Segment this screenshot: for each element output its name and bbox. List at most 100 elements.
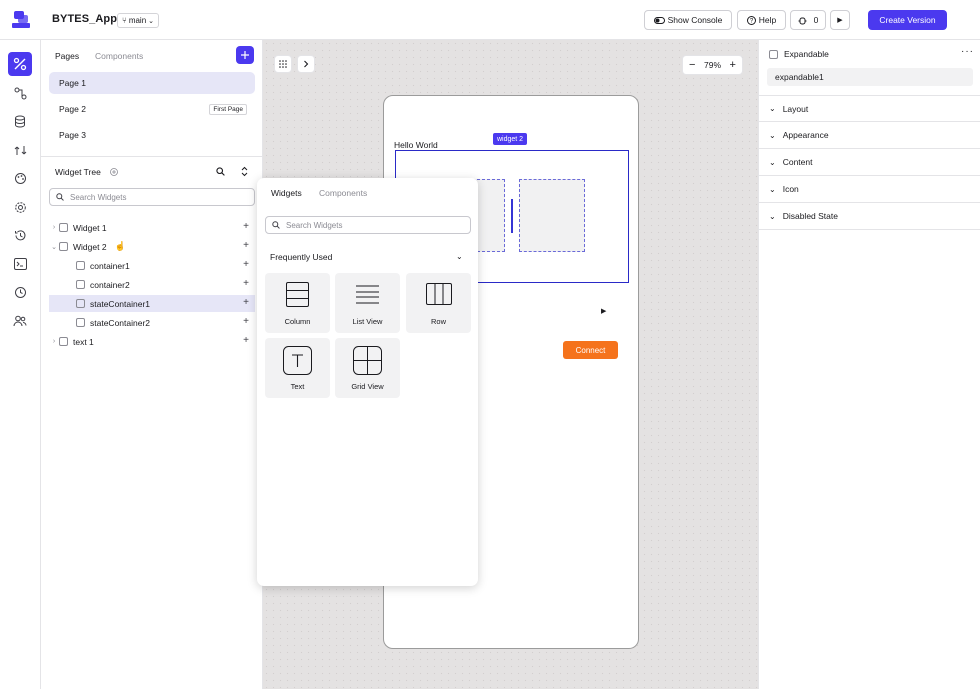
toggle-icon	[653, 16, 665, 24]
run-button[interactable]: ▶	[830, 10, 850, 30]
app-logo-icon[interactable]	[10, 9, 32, 31]
widget-name-field[interactable]: expandable1	[767, 68, 973, 86]
search-icon	[272, 221, 280, 229]
widget-tree-panel: Widget Tree Search Widgets › Widget 1 + …	[41, 157, 263, 689]
tree-row[interactable]: container2 +	[49, 276, 255, 293]
section-appearance[interactable]: ⌄ Appearance	[759, 122, 980, 149]
container-icon	[76, 299, 85, 308]
tab-components[interactable]: Components	[95, 51, 143, 61]
flow-icon[interactable]	[8, 81, 32, 105]
zoom-control: − 79% +	[682, 55, 743, 75]
grid-view-icon	[353, 346, 382, 375]
section-icon[interactable]: ⌄ Icon	[759, 176, 980, 203]
drop-indicator	[511, 199, 513, 233]
plus-icon[interactable]: +	[243, 316, 249, 327]
tree-row[interactable]: › Widget 1 +	[49, 219, 255, 236]
tab-pages[interactable]: Pages	[55, 51, 79, 61]
settings-icon[interactable]	[8, 195, 32, 219]
plus-icon[interactable]: +	[243, 297, 249, 308]
widget-card-grid-view[interactable]: Grid View	[335, 338, 400, 398]
search-placeholder: Search Widgets	[70, 192, 127, 202]
play-icon: ▶	[837, 17, 843, 24]
chevron-right-icon[interactable]	[297, 55, 315, 73]
tree-row-label: container2	[90, 279, 130, 290]
section-layout[interactable]: ⌄ Layout	[759, 95, 980, 122]
widget-tree-title: Widget Tree	[55, 167, 101, 177]
chevron-down-icon: ⌄	[769, 130, 776, 140]
search-icon	[56, 193, 64, 201]
help-button[interactable]: ? Help	[737, 10, 786, 30]
tree-row-label: stateContainer1	[90, 298, 151, 309]
tree-row[interactable]: stateContainer2 +	[49, 314, 255, 331]
connect-button[interactable]: Connect	[563, 341, 618, 359]
chevron-down-icon: ⌄	[769, 157, 776, 167]
plus-icon[interactable]: +	[243, 335, 249, 346]
rail-widgets-icon[interactable]	[8, 52, 32, 76]
tab-components[interactable]: Components	[319, 188, 367, 198]
create-version-button[interactable]: Create Version	[868, 10, 947, 30]
widget-card-label: Text	[290, 382, 305, 391]
zoom-out-button[interactable]: −	[689, 59, 695, 71]
chevron-down-icon: ⌄	[148, 17, 155, 25]
page-item[interactable]: Page 1	[49, 72, 255, 94]
expand-collapse-icon[interactable]	[241, 166, 248, 177]
tree-row[interactable]: stateContainer1 +	[49, 295, 255, 312]
chevron-down-icon[interactable]: ⌄	[456, 252, 463, 261]
widget-search-input[interactable]: Search Widgets	[49, 188, 255, 206]
history-icon[interactable]	[8, 223, 32, 247]
widget-card-list-view[interactable]: List View	[335, 273, 400, 333]
clock-icon[interactable]	[8, 280, 32, 304]
tree-row[interactable]: ⌄ Widget 2 ☝ +	[49, 238, 255, 255]
plus-icon[interactable]: +	[243, 278, 249, 289]
chevron-right-icon: ›	[52, 224, 56, 231]
search-icon[interactable]	[216, 167, 225, 176]
page-label: Page 3	[59, 130, 86, 140]
page-item[interactable]: Page 3	[49, 124, 255, 146]
column-icon	[286, 282, 309, 307]
tab-widgets[interactable]: Widgets	[271, 188, 302, 198]
widget-card-text[interactable]: Text	[265, 338, 330, 398]
grid-toggle-icon[interactable]	[274, 55, 292, 73]
database-icon[interactable]	[8, 109, 32, 133]
section-content[interactable]: ⌄ Content	[759, 149, 980, 176]
plus-icon[interactable]: +	[243, 240, 249, 251]
plus-icon[interactable]: +	[243, 221, 249, 232]
section-label: Icon	[782, 184, 799, 194]
bug-report-button[interactable]: 0	[790, 10, 826, 30]
help-label: Help	[758, 15, 777, 25]
plus-icon[interactable]: +	[243, 259, 249, 270]
widget-icon	[769, 49, 778, 59]
branch-icon: ⑂	[122, 16, 127, 25]
section-label: Appearance	[782, 130, 829, 140]
show-console-button[interactable]: Show Console	[644, 10, 732, 30]
zoom-level: 79%	[703, 60, 721, 70]
section-label: Disabled State	[782, 211, 838, 221]
page-item[interactable]: Page 2 First Page	[49, 98, 255, 120]
widget-type-header: Expandable	[769, 49, 829, 59]
widget-card-row[interactable]: Row	[406, 273, 471, 333]
widget-card-label: Column	[284, 317, 311, 326]
add-page-button[interactable]	[236, 46, 254, 64]
terminal-icon[interactable]	[8, 252, 32, 276]
play-icon[interactable]: ▶	[601, 307, 606, 315]
palette-icon[interactable]	[8, 166, 32, 190]
zoom-in-button[interactable]: +	[730, 59, 736, 71]
container-icon	[76, 261, 85, 270]
widget-card-column[interactable]: Column	[265, 273, 330, 333]
widget-tag: widget 2	[493, 133, 528, 145]
add-circle-icon[interactable]	[110, 168, 118, 176]
hello-world-text[interactable]: Hello World	[394, 140, 438, 150]
more-options-icon[interactable]: ···	[961, 46, 974, 57]
users-icon[interactable]	[8, 309, 32, 333]
tree-row[interactable]: › text 1 +	[49, 333, 255, 350]
api-icon[interactable]	[8, 138, 32, 162]
chevron-right-icon: ›	[52, 338, 56, 345]
state-container[interactable]	[519, 179, 585, 252]
chevron-down-icon: ⌄	[51, 243, 57, 251]
frequently-used-header[interactable]: Frequently Used	[270, 252, 332, 262]
section-disabled-state[interactable]: ⌄ Disabled State	[759, 203, 980, 230]
branch-selector[interactable]: ⑂ main ⌄	[117, 13, 160, 28]
widget-search-input[interactable]: Search Widgets	[265, 216, 471, 234]
tree-row[interactable]: container1 +	[49, 257, 255, 274]
widget-card-label: List View	[352, 317, 383, 326]
